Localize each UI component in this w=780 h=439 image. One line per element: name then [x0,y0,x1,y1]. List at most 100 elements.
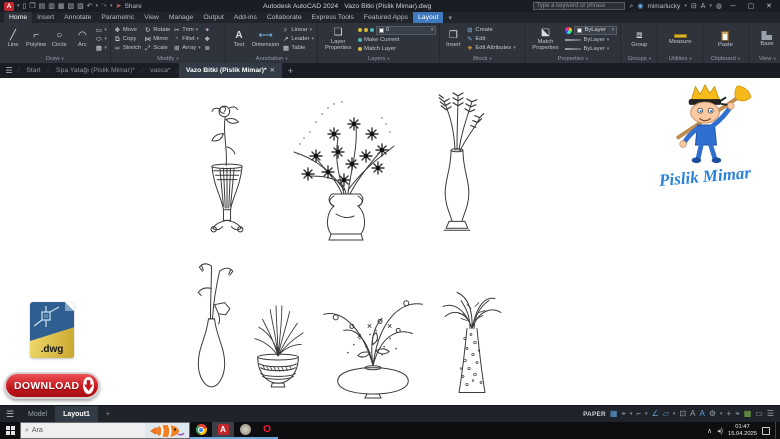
vase-drawing-trunk-planter[interactable] [437,272,507,398]
annotation-monitor-icon[interactable]: ⌖ [735,409,740,419]
plot-icon[interactable]: ▦ [58,2,65,11]
units-icon[interactable]: ▦ [744,409,752,419]
clipboard-panel-label[interactable]: Clipboard [703,54,748,63]
access-caret-icon[interactable]: ▾ [709,3,712,9]
save-as-icon[interactable]: ▥ [48,2,55,11]
layer-on-icon[interactable] [358,28,362,32]
undo-caret-icon[interactable]: ▾ [96,3,99,9]
open-file-icon[interactable]: ❒ [29,2,35,11]
new-layout-plus-icon[interactable]: + [98,406,118,422]
rotate-tool[interactable]: ↻Rotate [144,27,170,34]
match-properties-tool[interactable]: ⬕ Match Properties [528,27,562,51]
ribbon-display-caret-icon[interactable]: ▾ [443,12,456,23]
array-tool[interactable]: ⊞Array▾ [173,45,200,52]
taskbar-chrome-button[interactable] [190,422,212,439]
group-tool[interactable]: ⧈ Group [629,30,649,48]
tray-expand-icon[interactable]: ∧ [707,427,712,435]
modify-panel-label[interactable]: Modify [111,54,225,63]
drawing-canvas[interactable]: Pislik Mimar .dwg DOWNLOAD [0,78,780,405]
doc-tab-start[interactable]: Start [19,63,47,78]
doc-tabs-menu-icon[interactable]: ☰ [0,63,18,78]
vase-drawing-daisy-bouquet[interactable] [286,94,406,244]
app-menu-caret-icon[interactable]: ▾ [17,3,20,9]
properties-panel-label[interactable]: Properties [525,54,620,63]
arc-tool[interactable]: ◠ Arc [72,30,92,48]
circle-tool[interactable]: ○ Circle [49,30,69,48]
search-highlight-image[interactable] [145,423,189,438]
taskbar-app-button[interactable] [234,422,256,439]
volume-icon[interactable]: ◂) [717,427,723,435]
share-button[interactable]: Share [124,3,141,10]
table-tool[interactable]: ▦Table [282,45,314,52]
linear-tool[interactable]: ⊦Linear▾ [282,27,314,34]
copy-tool[interactable]: ⧉Copy [114,36,141,43]
polar-tracking-icon[interactable]: ▱ [663,409,669,419]
new-file-icon[interactable]: ▯ [23,2,27,11]
autodesk-access-icon[interactable]: A [701,2,706,11]
dimension-tool[interactable]: ⟷ Dimension [252,30,279,48]
username-label[interactable]: mimarlucky [647,3,680,10]
edit-block-tool[interactable]: ✎Edit [466,36,515,43]
isodraft-icon[interactable]: ⊡ [679,409,686,419]
block-panel-label[interactable]: Block [440,54,524,63]
measure-tool[interactable]: Measure [669,34,692,45]
tab-output[interactable]: Output [198,12,228,23]
erase-icon[interactable]: ✦ [204,27,211,34]
explode-icon[interactable]: ❖ [204,36,211,43]
doc-tab-vasca[interactable]: vasca* [143,63,177,78]
line-tool[interactable]: ╱ Line [3,30,23,48]
tab-featured-apps[interactable]: Featured Apps [359,12,413,23]
layer-select-dropdown[interactable]: 0 ▾ [376,26,436,35]
minimize-button[interactable]: ─ [726,3,740,10]
new-drawing-plus-icon[interactable]: + [282,63,299,78]
account-caret-icon[interactable]: ▾ [684,3,687,9]
hatch-icon[interactable]: ▦ [95,45,102,52]
help-icon[interactable]: ◍ [716,2,722,11]
scale-tool[interactable]: ⤢Scale [144,45,170,52]
ortho-toggle-icon[interactable]: ∠ [652,409,659,419]
offset-icon[interactable]: ≣ [204,45,211,52]
vase-drawing-grass-pot[interactable] [249,294,307,394]
match-layer-tool[interactable]: Match Layer [358,46,436,53]
move-tool[interactable]: ✥Move [114,27,141,34]
model-tab[interactable]: Model [20,406,55,422]
fillet-tool[interactable]: ◝Fillet▾ [173,36,200,43]
action-center-icon[interactable] [762,427,770,435]
save-icon[interactable]: ▤ [39,2,46,11]
app-store-icon[interactable]: ⊟ [691,2,697,11]
text-tool[interactable]: A Text [229,30,249,48]
layer-lock-icon[interactable] [370,28,374,32]
layer-freeze-icon[interactable] [364,28,368,32]
layout-tabs-menu-icon[interactable]: ☰ [0,406,20,422]
doc-tab-vazo-bitki[interactable]: Vazo Bitki (Pislik Mimar)* ✕ [179,63,282,78]
undo-icon[interactable]: ↶ [87,2,93,11]
tab-insert[interactable]: Insert [32,12,59,23]
base-tool[interactable]: Base [757,31,777,47]
search-icon[interactable]: ⌕ [629,2,633,11]
tab-express-tools[interactable]: Express Tools [307,12,359,23]
restore-button[interactable]: ▢ [744,2,758,10]
print-icon[interactable]: ▨ [77,2,84,11]
tab-home[interactable]: Home [4,12,32,23]
autocad-app-icon[interactable]: A [4,2,14,11]
draw-panel-label[interactable]: Draw [0,54,110,63]
workspace-switching-icon[interactable]: + [727,409,732,419]
mirror-tool[interactable]: ⋈Mirror [144,36,170,43]
tab-layout[interactable]: Layout [413,12,443,23]
annotation-scale-gear-icon[interactable]: ⚙ [709,409,716,419]
lineweight-dropdown[interactable]: ByLayer ▾ [565,37,617,44]
stretch-tool[interactable]: ⬄Stretch [114,45,141,52]
edit-attributes-tool[interactable]: ❖Edit Attributes▾ [466,45,515,52]
ellipse-icon[interactable]: ⬭ [95,36,102,43]
snap-toggle-icon[interactable]: ⌖ [621,409,626,419]
insert-block-tool[interactable]: ❒ Insert [443,30,463,48]
make-current-tool[interactable]: Make Current [358,37,436,44]
layer-properties-tool[interactable]: ❏ Layer Properties [321,27,355,51]
create-block-tool[interactable]: ⊞Create [466,27,515,34]
tab-annotate[interactable]: Annotate [59,12,96,23]
taskbar-opera-button[interactable]: O [256,422,278,439]
taskbar-autocad-button[interactable]: A [212,422,234,439]
paste-tool[interactable]: Paste [715,31,735,48]
user-avatar-icon[interactable]: ◉ [637,2,643,11]
close-tab-icon[interactable]: ✕ [270,67,275,74]
